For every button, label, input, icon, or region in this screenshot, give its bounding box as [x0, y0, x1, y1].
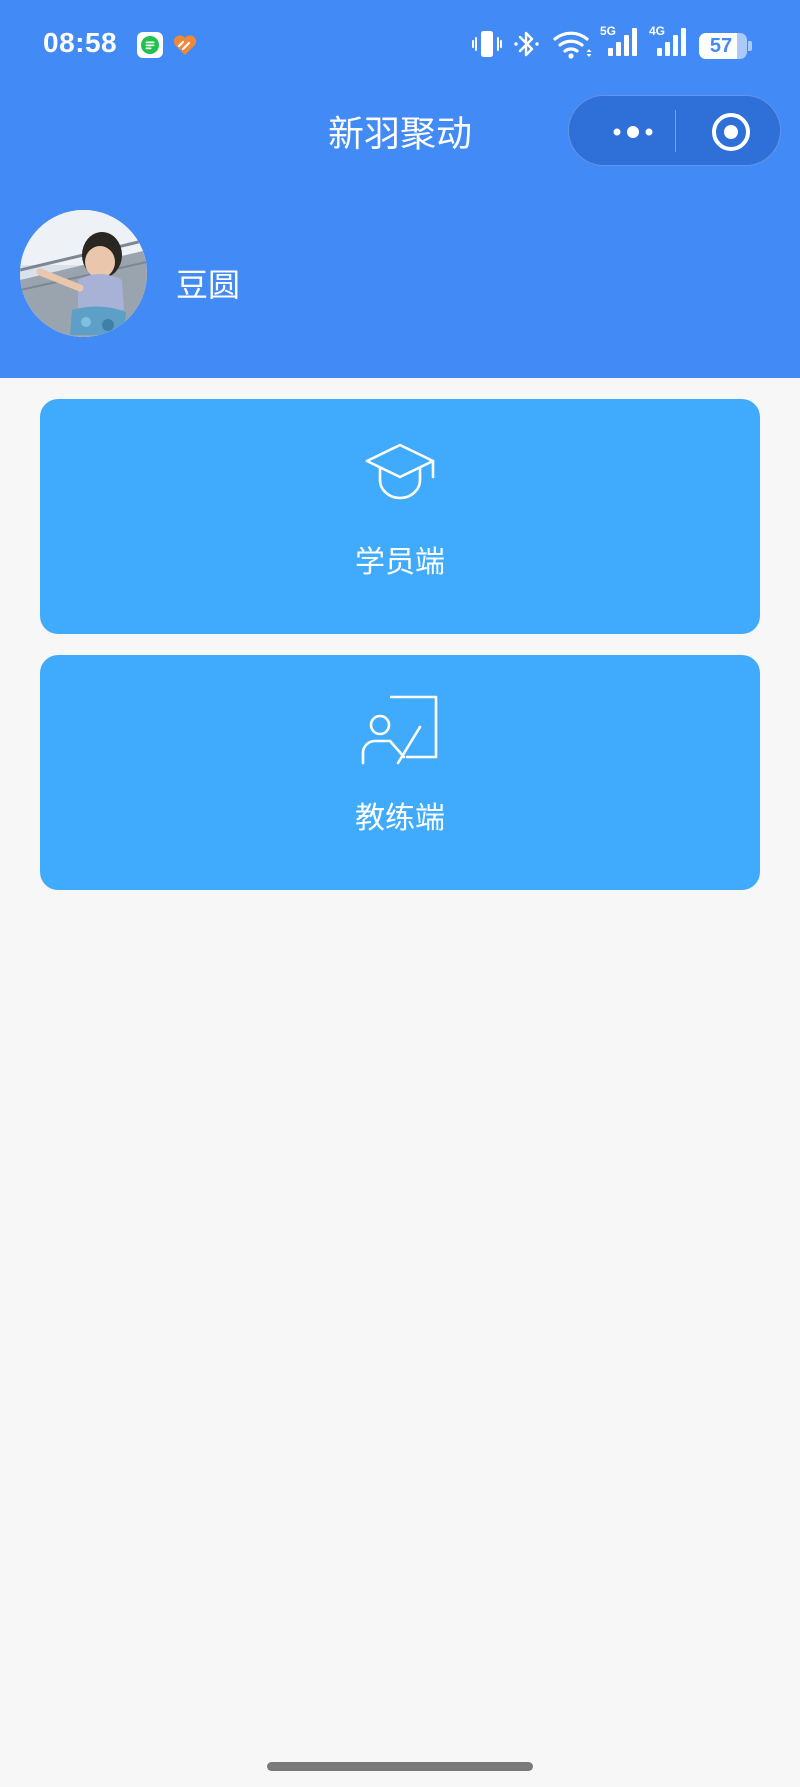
- mini-program-capsule: [568, 95, 781, 166]
- target-circle-icon[interactable]: [709, 110, 753, 154]
- bluetooth-icon: [514, 31, 539, 57]
- avatar[interactable]: [20, 210, 147, 337]
- username: 豆圆: [176, 266, 241, 304]
- health-app-icon: [173, 35, 197, 55]
- student-portal-label: 学员端: [355, 545, 445, 580]
- more-dots-icon[interactable]: [601, 118, 681, 146]
- avatar-photo: [20, 210, 147, 337]
- battery-level: 57: [709, 35, 733, 57]
- wifi-icon: [553, 31, 592, 59]
- home-indicator[interactable]: [267, 1762, 533, 1771]
- graduation-cap-icon: [365, 443, 435, 500]
- signal-4g-icon: 4G: [649, 24, 691, 60]
- coach-portal-card[interactable]: 教练端: [40, 655, 760, 890]
- status-time: 08:58: [43, 27, 118, 58]
- battery-indicator: 57: [699, 33, 752, 59]
- status-bar: 08:58 5G 4G 57: [0, 0, 800, 90]
- coach-portal-label: 教练端: [355, 801, 445, 836]
- chat-app-icon: [137, 32, 163, 58]
- student-portal-card[interactable]: 学员端: [40, 399, 760, 634]
- teacher-board-icon: [361, 695, 438, 765]
- vibrate-icon: [472, 31, 502, 57]
- signal-5g-icon: 5G: [600, 24, 642, 60]
- capsule-divider: [675, 110, 676, 152]
